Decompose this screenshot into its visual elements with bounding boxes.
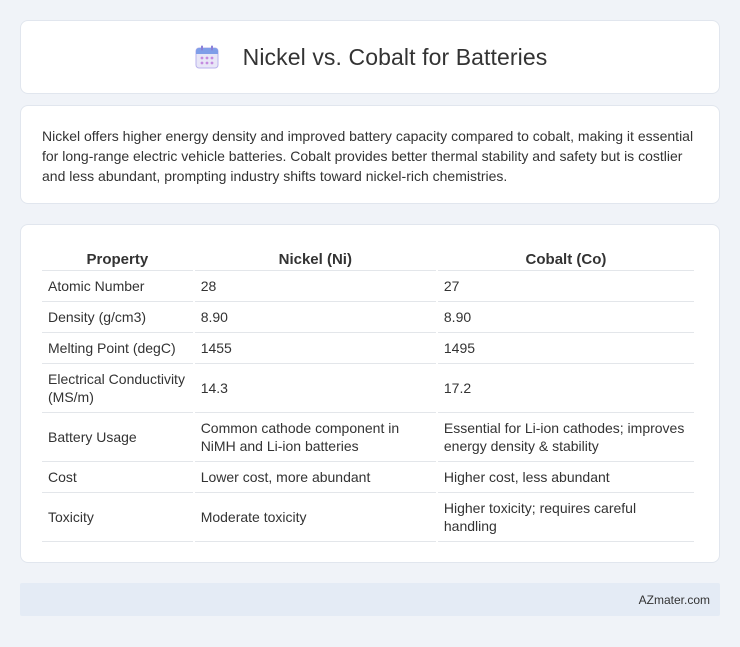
- table-row: Cost Lower cost, more abundant Higher co…: [42, 462, 694, 493]
- column-header-nickel: Nickel (Ni): [194, 245, 436, 271]
- table-row: Atomic Number 28 27: [42, 271, 694, 302]
- nickel-cell: 28: [194, 271, 436, 302]
- property-cell: Melting Point (degC): [42, 333, 193, 364]
- table-header-row: Property Nickel (Ni) Cobalt (Co): [42, 245, 694, 271]
- table-row: Toxicity Moderate toxicity Higher toxici…: [42, 493, 694, 542]
- calendar-icon: [193, 43, 221, 71]
- comparison-table-card: Property Nickel (Ni) Cobalt (Co) Atomic …: [20, 224, 720, 563]
- nickel-cell: 1455: [194, 333, 436, 364]
- column-header-cobalt: Cobalt (Co): [437, 245, 694, 271]
- comparison-table: Property Nickel (Ni) Cobalt (Co) Atomic …: [40, 245, 696, 542]
- footer-bar: AZmater.com: [20, 583, 720, 616]
- property-cell: Electrical Conductivity (MS/m): [42, 364, 193, 413]
- page-title: Nickel vs. Cobalt for Batteries: [242, 43, 548, 70]
- nickel-cell: Moderate toxicity: [194, 493, 436, 542]
- cobalt-cell: Higher toxicity; requires careful handli…: [437, 493, 694, 542]
- cobalt-cell: 27: [437, 271, 694, 302]
- cobalt-cell: 8.90: [437, 302, 694, 333]
- intro-card: Nickel offers higher energy density and …: [20, 105, 720, 204]
- property-cell: Density (g/cm3): [42, 302, 193, 333]
- property-cell: Atomic Number: [42, 271, 193, 302]
- table-row: Electrical Conductivity (MS/m) 14.3 17.2: [42, 364, 694, 413]
- footer-brand[interactable]: AZmater.com: [639, 593, 710, 607]
- cobalt-cell: Higher cost, less abundant: [437, 462, 694, 493]
- cobalt-cell: Essential for Li-ion cathodes; improves …: [437, 413, 694, 462]
- property-cell: Cost: [42, 462, 193, 493]
- table-row: Battery Usage Common cathode component i…: [42, 413, 694, 462]
- cobalt-cell: 17.2: [437, 364, 694, 413]
- table-row: Density (g/cm3) 8.90 8.90: [42, 302, 694, 333]
- intro-text: Nickel offers higher energy density and …: [42, 128, 694, 184]
- title-card: Nickel vs. Cobalt for Batteries: [20, 20, 720, 94]
- nickel-cell: Lower cost, more abundant: [194, 462, 436, 493]
- column-header-property: Property: [42, 245, 193, 271]
- cobalt-cell: 1495: [437, 333, 694, 364]
- nickel-cell: 14.3: [194, 364, 436, 413]
- property-cell: Toxicity: [42, 493, 193, 542]
- nickel-cell: Common cathode component in NiMH and Li-…: [194, 413, 436, 462]
- table-row: Melting Point (degC) 1455 1495: [42, 333, 694, 364]
- property-cell: Battery Usage: [42, 413, 193, 462]
- nickel-cell: 8.90: [194, 302, 436, 333]
